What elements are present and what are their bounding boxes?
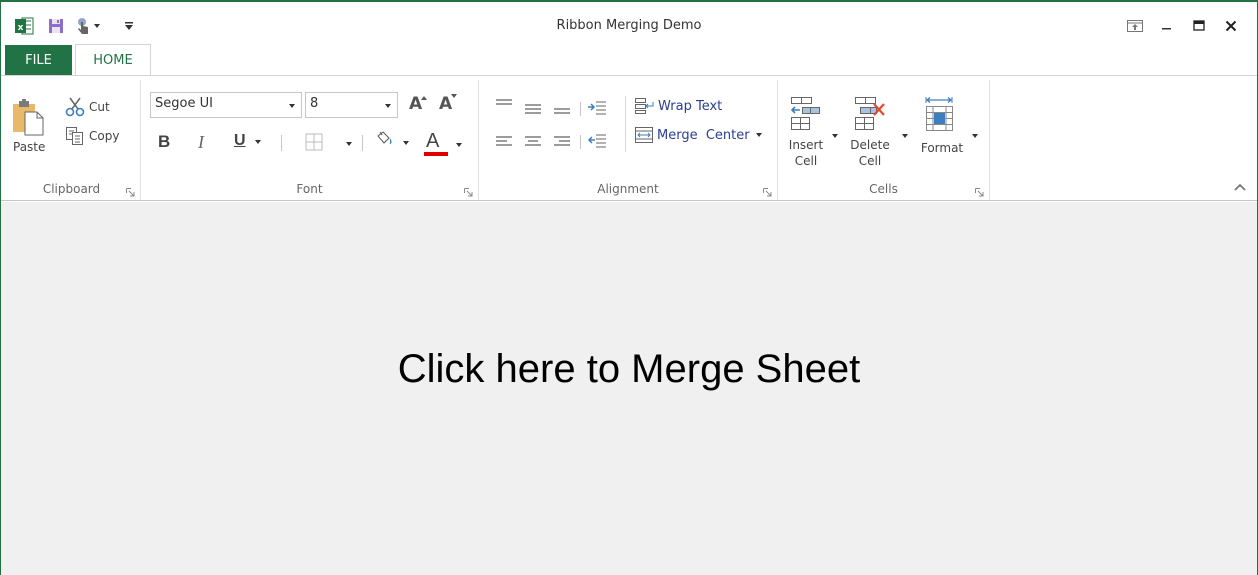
maximize-button[interactable] <box>1183 16 1215 36</box>
scissors-icon <box>65 97 85 117</box>
underline-button[interactable]: U <box>234 132 274 154</box>
window-title: Ribbon Merging Demo <box>556 18 702 33</box>
ribbon-tabs: FILE HOME <box>5 44 151 76</box>
separator <box>580 102 581 116</box>
format-icon <box>925 97 953 131</box>
format-label: Format <box>920 141 964 155</box>
font-group-label: Font <box>296 182 323 196</box>
insert-cell-button[interactable]: Insert Cell <box>786 96 842 168</box>
align-middle-icon[interactable] <box>524 102 542 116</box>
delete-cell-button[interactable]: Delete Cell <box>848 96 910 168</box>
close-icon <box>1225 20 1237 32</box>
ribbon-display-options-button[interactable] <box>1119 16 1151 36</box>
cells-group: Insert Cell Delete Cell Format Cells <box>778 80 990 200</box>
chevron-down-icon <box>832 134 838 138</box>
decrease-indent-icon[interactable] <box>587 133 607 149</box>
align-top-icon[interactable] <box>495 98 513 112</box>
align-right-icon[interactable] <box>553 134 571 150</box>
separator <box>281 135 282 151</box>
font-size-combo[interactable]: 8 <box>305 92 398 118</box>
font-name-combo[interactable]: Segoe UI <box>150 92 302 118</box>
merge-center-label: Merge Center <box>657 127 750 143</box>
chevron-down-icon <box>385 104 391 108</box>
cells-group-label: Cells <box>869 182 898 196</box>
chevron-down-icon <box>289 104 295 108</box>
copy-button[interactable]: Copy <box>65 125 129 147</box>
format-button[interactable]: Format <box>916 96 980 166</box>
grow-font-button[interactable]: A <box>409 94 431 116</box>
window-controls <box>1119 16 1247 36</box>
fill-color-icon <box>377 131 392 145</box>
dialog-launcher-icon[interactable] <box>126 188 135 197</box>
font-color-button[interactable]: A <box>423 130 467 156</box>
minimize-button[interactable] <box>1151 16 1183 36</box>
underline-icon: U <box>234 132 246 149</box>
bold-icon: B <box>158 132 171 151</box>
wrap-text-icon <box>635 98 654 114</box>
clipboard-group-label: Clipboard <box>42 182 101 196</box>
dialog-launcher-icon[interactable] <box>975 188 984 197</box>
chevron-down-icon <box>972 134 978 138</box>
borders-icon <box>305 133 323 151</box>
italic-button[interactable]: I <box>198 132 218 154</box>
chevron-down-icon <box>755 133 762 137</box>
delete-cell-label: Delete Cell <box>850 138 890 168</box>
chevron-down-icon <box>902 134 908 138</box>
alignment-group: Wrap Text Merge Center Alignment <box>479 80 778 200</box>
separator <box>625 96 626 152</box>
increase-indent-icon[interactable] <box>587 100 607 116</box>
clipboard-group: Paste Cut Copy Clipboard <box>3 80 141 200</box>
wrap-text-label: Wrap Text <box>658 98 723 114</box>
tab-home[interactable]: HOME <box>75 44 151 76</box>
cut-button[interactable]: Cut <box>65 96 125 118</box>
chevron-down-icon <box>254 140 261 144</box>
font-name-value: Segoe UI <box>155 96 213 111</box>
italic-icon: I <box>198 132 204 152</box>
align-bottom-icon[interactable] <box>553 102 571 116</box>
paste-icon <box>13 99 44 136</box>
font-size-value: 8 <box>310 96 319 111</box>
copy-label: Copy <box>89 129 120 143</box>
align-center-icon[interactable] <box>524 134 542 150</box>
cut-label: Cut <box>89 100 110 114</box>
copy-icon <box>66 127 83 145</box>
paste-button[interactable]: Paste <box>9 98 47 158</box>
dialog-launcher-icon[interactable] <box>464 188 473 197</box>
chevron-down-icon <box>456 143 462 147</box>
merge-center-icon <box>635 127 653 143</box>
tab-file[interactable]: FILE <box>5 45 72 75</box>
separator <box>362 135 363 151</box>
separator <box>580 135 581 149</box>
font-group: Segoe UI 8 A A B I U A Font <box>141 80 479 200</box>
merge-sheet-prompt[interactable]: Click here to Merge Sheet <box>1 347 1257 392</box>
maximize-icon <box>1193 20 1205 31</box>
dialog-launcher-icon[interactable] <box>763 188 772 197</box>
ribbon-display-options-icon <box>1127 20 1143 32</box>
app-window: x Ribbon Merging Demo FILE HOME Paste Cu… <box>0 0 1258 575</box>
shrink-font-button[interactable]: A <box>439 94 461 116</box>
font-color-swatch <box>424 152 448 156</box>
chevron-down-icon <box>346 142 352 146</box>
bold-button[interactable]: B <box>158 132 178 154</box>
merge-center-button[interactable]: Merge Center <box>634 124 774 146</box>
fill-color-button[interactable] <box>374 131 414 153</box>
insert-cell-label: Insert Cell <box>788 138 824 168</box>
font-color-icon: A <box>426 130 440 152</box>
borders-button[interactable] <box>305 133 357 155</box>
align-left-icon[interactable] <box>495 134 513 150</box>
collapse-ribbon-icon[interactable] <box>1233 182 1247 192</box>
chevron-down-icon <box>403 141 409 145</box>
alignment-group-label: Alignment <box>597 182 659 196</box>
ribbon: Paste Cut Copy Clipboard Segoe UI 8 A A … <box>1 75 1257 201</box>
content-area[interactable]: Click here to Merge Sheet <box>1 202 1257 575</box>
insert-cell-icon <box>790 97 820 130</box>
paste-label: Paste <box>13 140 46 154</box>
wrap-text-button[interactable]: Wrap Text <box>634 95 734 117</box>
title-bar: x Ribbon Merging Demo <box>1 2 1257 44</box>
minimize-icon <box>1162 28 1171 30</box>
delete-cell-icon <box>855 97 885 130</box>
close-button[interactable] <box>1215 16 1247 36</box>
